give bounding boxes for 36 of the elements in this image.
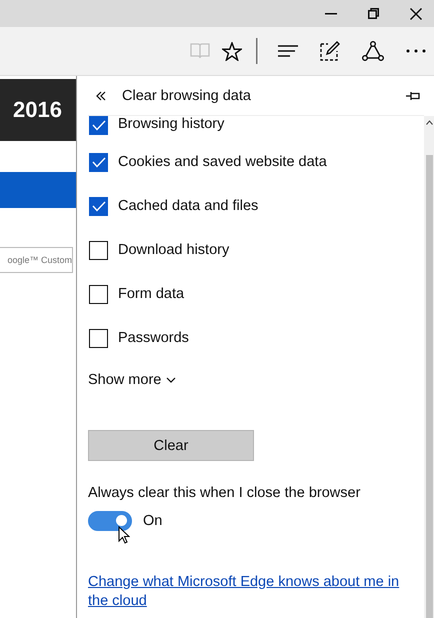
checkbox[interactable] — [89, 116, 108, 135]
checkbox-label[interactable]: Cookies and saved website data — [118, 154, 327, 170]
close-icon[interactable] — [410, 8, 422, 20]
search-field[interactable]: oogle™ Custom — [0, 247, 73, 273]
minimize-icon[interactable] — [325, 12, 337, 14]
page-heading: 2016 — [13, 97, 62, 123]
cursor-icon — [118, 526, 130, 544]
clear-button[interactable]: Clear — [88, 430, 254, 461]
setting-label: Always clear this when I close the browser — [88, 485, 362, 501]
scrollbar[interactable] — [424, 116, 434, 618]
more-icon[interactable] — [406, 49, 426, 53]
chevron-down-icon — [166, 377, 176, 383]
star-icon[interactable] — [222, 42, 242, 60]
checkbox[interactable] — [89, 284, 108, 304]
toggle-switch[interactable] — [88, 511, 132, 531]
checkbox[interactable] — [89, 152, 108, 172]
checkbox-label[interactable]: Form data — [118, 286, 184, 302]
show-more-button[interactable]: Show more — [88, 372, 176, 388]
checkbox-label[interactable]: Download history — [118, 242, 230, 258]
privacy-link[interactable]: Change what Microsoft Edge knows about me in the cloud — [88, 573, 416, 611]
panel-title: Clear browsing data — [122, 88, 252, 104]
checkbox-label[interactable]: Cached data and files — [118, 198, 258, 214]
hub-icon[interactable] — [278, 45, 298, 57]
search-placeholder: oogle™ Custom — [7, 255, 72, 265]
restore-icon[interactable] — [368, 8, 379, 19]
checkbox-label[interactable]: Browsing history — [118, 116, 224, 132]
checkbox-label[interactable]: Passwords — [118, 330, 189, 346]
scroll-up-icon[interactable] — [426, 120, 432, 125]
toolbar-separator — [256, 38, 258, 64]
checkbox[interactable] — [89, 328, 108, 348]
pin-icon[interactable] — [406, 91, 420, 101]
pen-note-icon[interactable] — [320, 41, 340, 61]
checkbox[interactable] — [89, 240, 108, 260]
share-icon[interactable] — [362, 41, 384, 61]
toggle-state: On — [143, 513, 162, 529]
checkbox[interactable] — [89, 196, 108, 216]
